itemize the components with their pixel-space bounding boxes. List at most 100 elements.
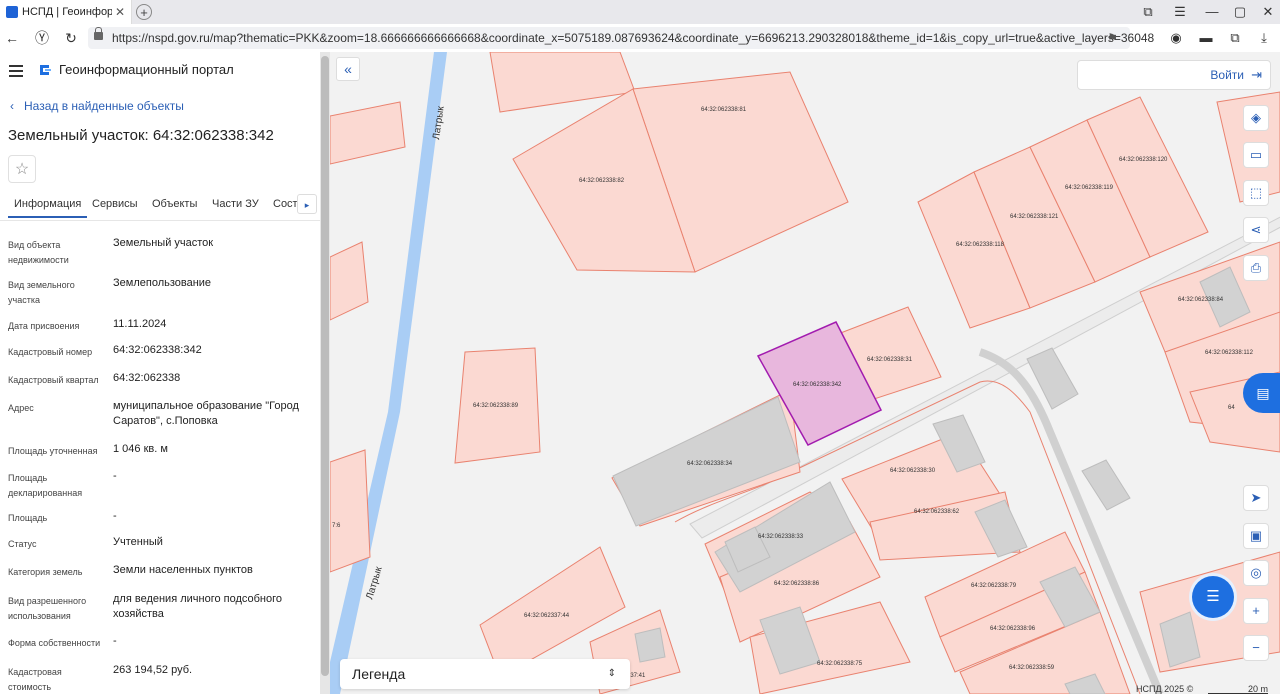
legend-dropdown[interactable]: Легенда ⇕: [340, 659, 630, 689]
zoom-out-button[interactable]: −: [1243, 635, 1269, 661]
map-attribution: НСПД 2025 ©: [1136, 684, 1194, 694]
field-label: Кадастровая стоимость: [8, 667, 62, 692]
extension-icon[interactable]: ◉: [1168, 30, 1184, 46]
back-arrow-icon[interactable]: ←: [4, 30, 20, 46]
print-icon[interactable]: ⎙: [1243, 255, 1269, 281]
parcel[interactable]: [330, 241, 369, 321]
login-icon: ⇥: [1251, 67, 1262, 82]
chat-icon[interactable]: ☰: [1192, 576, 1234, 618]
field-label: Вид разрешенного использования: [8, 596, 87, 621]
scrollbar-thumb[interactable]: [321, 56, 329, 676]
back-to-results-link[interactable]: ‹ Назад в найденные объекты: [10, 98, 184, 114]
parcel-label: 64:32:062338:96: [990, 626, 1036, 632]
close-tab-icon[interactable]: ✕: [115, 0, 125, 24]
layers-icon[interactable]: ◈: [1243, 105, 1269, 131]
field-label: Вид земельного участка: [8, 280, 75, 305]
street-label: Латрык: [364, 565, 385, 601]
browser-tab[interactable]: НСПД | Геоинформаци ✕: [0, 0, 132, 24]
tab-composition[interactable]: Состав: [273, 192, 297, 216]
parcel-label: 64:32:062338:82: [579, 178, 625, 184]
map-scale: 20 m: [1208, 684, 1268, 694]
parcel-label: 64:32:062338:342: [793, 382, 842, 388]
bookmark-icon[interactable]: ⚑: [1107, 27, 1118, 49]
bookmarks-icon[interactable]: ⧉: [1140, 4, 1156, 20]
parcel-label: 64:32:062338:86: [774, 581, 820, 587]
field-label: Категория земель: [8, 567, 83, 577]
reload-icon[interactable]: ↻: [63, 30, 79, 46]
minimize-icon[interactable]: —: [1204, 4, 1220, 20]
object-info-panel: Геоинформационный портал ‹ Назад в найден…: [0, 52, 320, 694]
parcel-label: 64:32:062338:81: [701, 107, 747, 113]
parcel-label: 64:32:062338:59: [1009, 665, 1055, 671]
map-canvas[interactable]: Латрык Латрык 64:32:062338:81 64:32:0623…: [330, 52, 1280, 694]
vpn-icon[interactable]: ▬: [1198, 30, 1214, 46]
lock-icon: [94, 27, 103, 40]
tabs-list-icon[interactable]: ☰: [1172, 4, 1188, 20]
chevron-left-icon: ‹: [10, 99, 14, 113]
login-label: Войти: [1210, 68, 1244, 82]
field-label: Площадь: [8, 513, 48, 523]
field-label: Форма собственности: [8, 638, 101, 648]
url-field[interactable]: https://nspd.gov.ru/map?thematic=PKK&zoo…: [88, 27, 1154, 49]
parcel-label: 64:32:062338:62: [914, 509, 960, 515]
field-label: Кадастровый номер: [8, 347, 93, 357]
field-value: 11.11.2024: [113, 318, 167, 330]
tabs-scroll-right-icon[interactable]: ▸: [297, 194, 317, 214]
parcel-label: 64:32:062338:118: [956, 242, 1005, 248]
info-tabs: Информация Сервисы Объекты Части ЗУ Сост…: [0, 192, 320, 221]
field-value: -: [113, 510, 117, 522]
new-tab-button[interactable]: +: [136, 4, 152, 20]
field-value: -: [113, 470, 117, 482]
parcel-label: 64:32:062338:120: [1119, 157, 1168, 163]
address-bar-row: ← Ⓨ ↻ https://nspd.gov.ru/map?thematic=P…: [0, 24, 1280, 53]
field-label: Статус: [8, 539, 37, 549]
cadastral-map[interactable]: Латрык Латрык 64:32:062338:81 64:32:0623…: [330, 52, 1280, 694]
field-value: 64:32:062338: [113, 372, 181, 384]
back-to-results-label: Назад в найденные объекты: [24, 99, 184, 113]
url-text: https://nspd.gov.ru/map?thematic=PKK&zoo…: [112, 31, 1155, 45]
parcel-label: 7:6: [332, 523, 341, 529]
select-area-icon[interactable]: ⬚: [1243, 180, 1269, 206]
favorite-star-icon[interactable]: ☆: [8, 155, 36, 183]
navigate-icon[interactable]: ➤: [1243, 485, 1269, 511]
parcel[interactable]: [330, 101, 406, 165]
parcel[interactable]: [330, 449, 371, 573]
parcel-label: 64:32:062338:33: [758, 534, 804, 540]
field-value: Земли населенных пунктов: [113, 564, 253, 576]
thematic-layers-icon[interactable]: ▤: [1243, 373, 1280, 413]
building: [634, 627, 666, 663]
minimap-icon[interactable]: ▣: [1243, 523, 1269, 549]
download-icon[interactable]: ⤓: [1256, 30, 1272, 46]
parcel-label: 64:32:062337:44: [524, 613, 570, 619]
parcel-label: 64:32:062338:119: [1065, 185, 1114, 191]
login-button[interactable]: Войти ⇥: [1077, 60, 1271, 90]
tab-parts[interactable]: Части ЗУ: [212, 192, 259, 216]
menu-icon[interactable]: [9, 65, 23, 77]
ruler-icon[interactable]: ▭: [1243, 142, 1269, 168]
tab-services[interactable]: Сервисы: [92, 192, 138, 216]
maximize-icon[interactable]: ▢: [1232, 4, 1248, 20]
yandex-icon[interactable]: Ⓨ: [34, 30, 50, 46]
portal-name: Геоинформационный портал: [59, 62, 234, 77]
collapse-panel-button[interactable]: «: [336, 57, 360, 81]
location-icon[interactable]: ◎: [1243, 560, 1269, 586]
tab-objects[interactable]: Объекты: [152, 192, 197, 216]
field-label: Вид объекта недвижимости: [8, 240, 69, 265]
close-window-icon[interactable]: ✕: [1260, 4, 1276, 20]
page-title: Земельный участок: 64:32:062338:342: [8, 127, 274, 144]
tab-information[interactable]: Информация: [8, 192, 88, 218]
zoom-in-button[interactable]: +: [1243, 598, 1269, 624]
parcel-label: 64: [1228, 405, 1235, 411]
share-icon[interactable]: ⋖: [1243, 217, 1269, 243]
panel-scrollbar[interactable]: [320, 52, 330, 694]
browser-tab-bar: НСПД | Геоинформаци ✕ + ⧉ ☰ — ▢ ✕: [0, 0, 1280, 24]
field-value: -: [113, 635, 117, 647]
field-value: муниципальное образование "Город Саратов…: [113, 400, 299, 427]
field-label: Дата присвоения: [8, 321, 80, 331]
chevron-updown-icon: ⇕: [607, 668, 616, 679]
parcel-label: 64:32:062338:34: [687, 461, 733, 467]
field-value: Учтенный: [113, 536, 163, 548]
collections-icon[interactable]: ⧉: [1227, 30, 1243, 46]
field-value: для ведения личного подсобного хозяйства: [113, 593, 283, 620]
building: [1081, 459, 1131, 511]
